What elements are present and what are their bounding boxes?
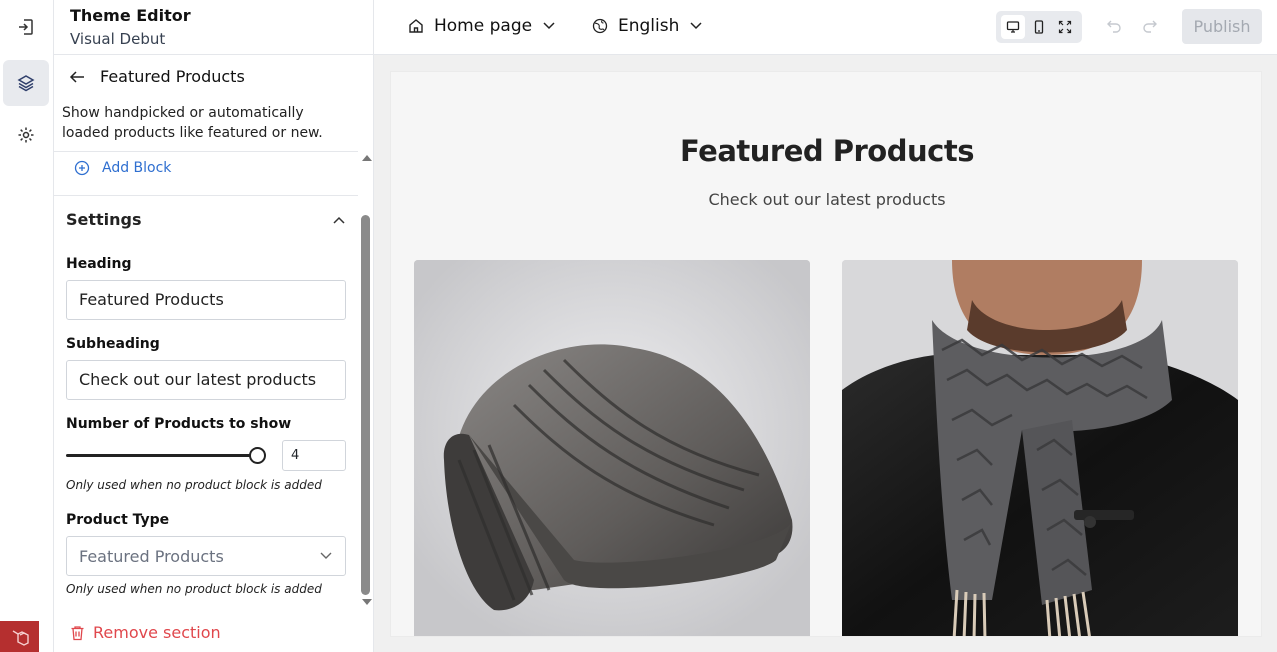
- exit-button[interactable]: [3, 4, 49, 50]
- product-count-hint: Only used when no product block is added: [66, 478, 322, 492]
- product-count-input[interactable]: 4: [282, 440, 346, 471]
- preview-heading: Featured Products: [680, 134, 974, 168]
- product-count-slider[interactable]: [66, 454, 258, 457]
- mobile-icon: [1034, 20, 1044, 34]
- plus-circle-icon: [74, 160, 90, 176]
- layers-icon: [17, 75, 35, 92]
- page-preview[interactable]: Featured Products Check out our latest p…: [390, 71, 1262, 637]
- subheading-input[interactable]: Check out our latest products: [66, 360, 346, 400]
- arrow-left-icon: [69, 70, 84, 83]
- page-selector[interactable]: Home page: [408, 16, 556, 36]
- device-switcher: [996, 11, 1082, 43]
- product-count-label: Number of Products to show: [66, 416, 292, 432]
- redo-button[interactable]: [1142, 18, 1158, 37]
- undo-icon: [1107, 20, 1121, 33]
- language-selector[interactable]: English: [592, 16, 703, 36]
- app-logo: [0, 621, 39, 652]
- settings-title: Settings: [66, 210, 142, 229]
- logo-icon: [12, 629, 29, 646]
- product-type-select[interactable]: Featured Products: [66, 536, 346, 576]
- globe-icon: [592, 18, 608, 34]
- settings-button[interactable]: [3, 112, 49, 158]
- settings-scroll-area[interactable]: Add Block Settings Heading Featured Prod…: [54, 151, 358, 611]
- theme-name: Visual Debut: [70, 30, 166, 48]
- slider-handle[interactable]: [249, 447, 266, 464]
- section-settings-panel: Featured Products Show handpicked or aut…: [54, 55, 374, 652]
- heading-input[interactable]: Featured Products: [66, 280, 346, 320]
- beanie-product-image: [414, 260, 810, 636]
- home-icon: [409, 19, 423, 33]
- add-block-button[interactable]: Add Block: [74, 160, 171, 176]
- divider: [54, 195, 358, 196]
- section-title: Featured Products: [100, 67, 245, 86]
- chevron-down-icon: [543, 22, 555, 30]
- back-button[interactable]: Featured Products: [68, 67, 245, 86]
- app-title: Theme Editor: [70, 6, 191, 25]
- scroll-up-arrow[interactable]: [362, 155, 372, 161]
- product-card[interactable]: [414, 260, 810, 636]
- scarf-product-image: [842, 260, 1238, 636]
- fullscreen-icon: [1058, 20, 1072, 34]
- scrollbar-thumb[interactable]: [361, 215, 370, 595]
- preview-subheading: Check out our latest products: [708, 190, 946, 209]
- language-selector-label: English: [618, 16, 680, 36]
- section-description: Show handpicked or automatically loaded …: [62, 105, 323, 141]
- chevron-down-icon: [690, 22, 702, 30]
- exit-icon: [19, 19, 33, 35]
- desktop-view-button[interactable]: [1001, 15, 1025, 39]
- redo-icon: [1143, 20, 1157, 33]
- fullscreen-button[interactable]: [1053, 15, 1077, 39]
- top-toolbar: Home page English Publish: [374, 0, 1277, 55]
- subheading-label: Subheading: [66, 336, 160, 352]
- scroll-down-arrow[interactable]: [362, 599, 372, 605]
- heading-label: Heading: [66, 256, 132, 272]
- page-selector-label: Home page: [434, 16, 533, 36]
- publish-button[interactable]: Publish: [1182, 9, 1262, 44]
- chevron-up-icon: [333, 216, 345, 224]
- remove-section-button[interactable]: Remove section: [70, 623, 221, 642]
- remove-section-label: Remove section: [93, 623, 221, 642]
- scrollbar[interactable]: [358, 151, 374, 611]
- editor-header: Theme Editor Visual Debut: [54, 0, 374, 55]
- product-type-hint: Only used when no product block is added: [66, 582, 322, 596]
- layers-button[interactable]: [3, 60, 49, 106]
- desktop-icon: [1006, 21, 1020, 33]
- add-block-label: Add Block: [102, 160, 172, 176]
- product-type-value: Featured Products: [79, 546, 224, 566]
- mobile-view-button[interactable]: [1027, 15, 1051, 39]
- chevron-down-icon: [320, 552, 332, 559]
- product-card[interactable]: [842, 260, 1238, 636]
- product-type-label: Product Type: [66, 512, 170, 528]
- undo-button[interactable]: [1106, 18, 1122, 37]
- gear-icon: [18, 127, 34, 143]
- icon-rail: [0, 0, 54, 652]
- trash-icon: [71, 625, 84, 640]
- settings-toggle[interactable]: Settings: [66, 210, 346, 229]
